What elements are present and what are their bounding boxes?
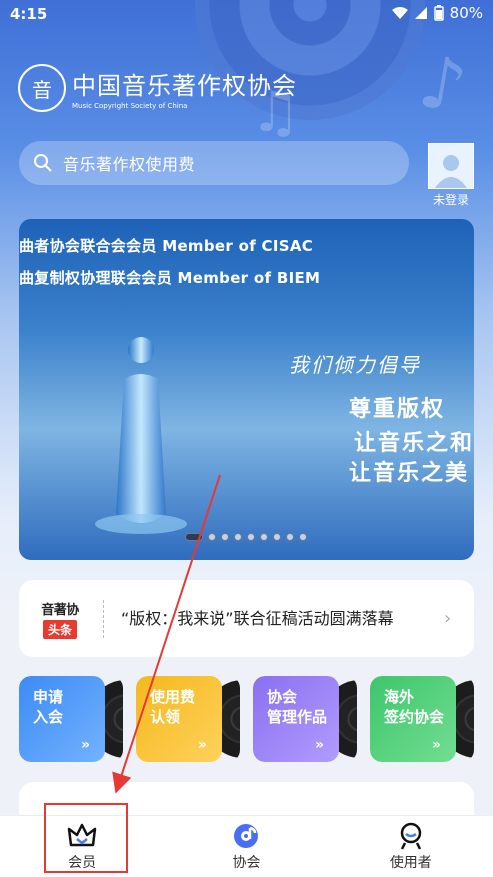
logo-subtitle: Music Copyright Society of China	[72, 102, 188, 110]
logo-title: 中国音乐著作权协会	[72, 72, 297, 100]
banner-slogan: 让音乐之和	[354, 430, 474, 456]
nav-label: 使用者	[389, 855, 432, 871]
music-disc-icon	[186, 821, 306, 851]
royalty-claim-card[interactable]: 使用费 认领 »	[136, 676, 240, 762]
carousel-dot[interactable]	[260, 533, 268, 541]
nav-user[interactable]: 使用者	[351, 821, 471, 872]
feature-cards: 申请 入会 » 使用费 认领 » 协会 管理作品 » 海外 签约协会 »	[19, 676, 474, 762]
card-label: 海外 签约协会	[384, 688, 445, 726]
double-chevron-icon: »	[198, 737, 208, 753]
banner-carousel[interactable]: 曲者协会联合会会员 Member of CISAC 曲复制权协理联会会员 Mem…	[19, 219, 474, 560]
signal-icon	[414, 7, 427, 19]
login-status-label: 未登录	[432, 193, 469, 207]
news-logo-top: 音著协	[41, 602, 79, 618]
battery-level: 80%	[449, 4, 483, 22]
carousel-dot[interactable]	[208, 533, 216, 541]
nav-label: 协会	[232, 855, 261, 871]
status-time: 4:15	[10, 5, 48, 23]
banner-cisac-text: 曲者协会联合会会员 Member of CISAC	[19, 237, 314, 255]
nav-society[interactable]: 协会	[186, 821, 306, 872]
status-icons: 80%	[391, 4, 483, 22]
avatar-icon	[435, 155, 467, 188]
carousel-dot[interactable]	[185, 533, 203, 541]
annotation-highlight-box	[44, 803, 128, 873]
banner-slogan: 让音乐之美	[349, 460, 470, 486]
double-chevron-icon: »	[315, 737, 325, 753]
card-label: 申请 入会	[33, 688, 64, 726]
managed-works-card[interactable]: 协会 管理作品 »	[253, 676, 357, 762]
search-icon	[34, 154, 52, 172]
search-placeholder: 音乐著作权使用费	[63, 155, 196, 174]
news-title: “版权：我来说”联合征稿活动圆满落幕	[121, 608, 394, 628]
carousel-dot[interactable]	[234, 533, 242, 541]
overseas-societies-card[interactable]: 海外 签约协会 »	[370, 676, 474, 762]
user-login[interactable]: 未登录	[428, 143, 474, 208]
carousel-indicator	[185, 533, 307, 541]
battery-icon	[433, 5, 444, 21]
banner-biem-text: 曲复制权协理联会会员 Member of BIEM	[19, 269, 321, 287]
banner-headline: 我们倾力倡导	[289, 353, 421, 377]
search-bar[interactable]: 音乐著作权使用费	[19, 141, 409, 185]
carousel-dot[interactable]	[221, 533, 229, 541]
double-chevron-icon: »	[81, 737, 91, 753]
carousel-dot[interactable]	[273, 533, 281, 541]
logo-emblem: 音	[18, 64, 66, 112]
card-label: 协会 管理作品	[267, 688, 328, 726]
user-badge-icon	[351, 821, 471, 851]
news-headline-bar[interactable]: 音著协 头条 “版权：我来说”联合征稿活动圆满落幕 ›	[19, 580, 474, 657]
carousel-dot[interactable]	[286, 533, 294, 541]
news-logo-bottom: 头条	[42, 619, 77, 639]
apply-membership-card[interactable]: 申请 入会 »	[19, 676, 123, 762]
wifi-icon	[391, 7, 408, 19]
banner-slogan: 尊重版权	[349, 396, 446, 422]
chevron-right-icon: ›	[444, 608, 452, 629]
avatar[interactable]	[428, 143, 474, 189]
news-divider	[103, 599, 105, 638]
card-label: 使用费 认领	[150, 688, 196, 726]
carousel-dot[interactable]	[299, 533, 307, 541]
water-drop-image	[95, 337, 187, 534]
status-bar: 4:15 80%	[0, 0, 493, 28]
news-logo: 音著协 头条	[31, 599, 89, 639]
society-logo: 音 中国音乐著作权协会 Music Copyright Society of C…	[18, 64, 297, 112]
carousel-dot[interactable]	[247, 533, 255, 541]
double-chevron-icon: »	[432, 737, 442, 753]
